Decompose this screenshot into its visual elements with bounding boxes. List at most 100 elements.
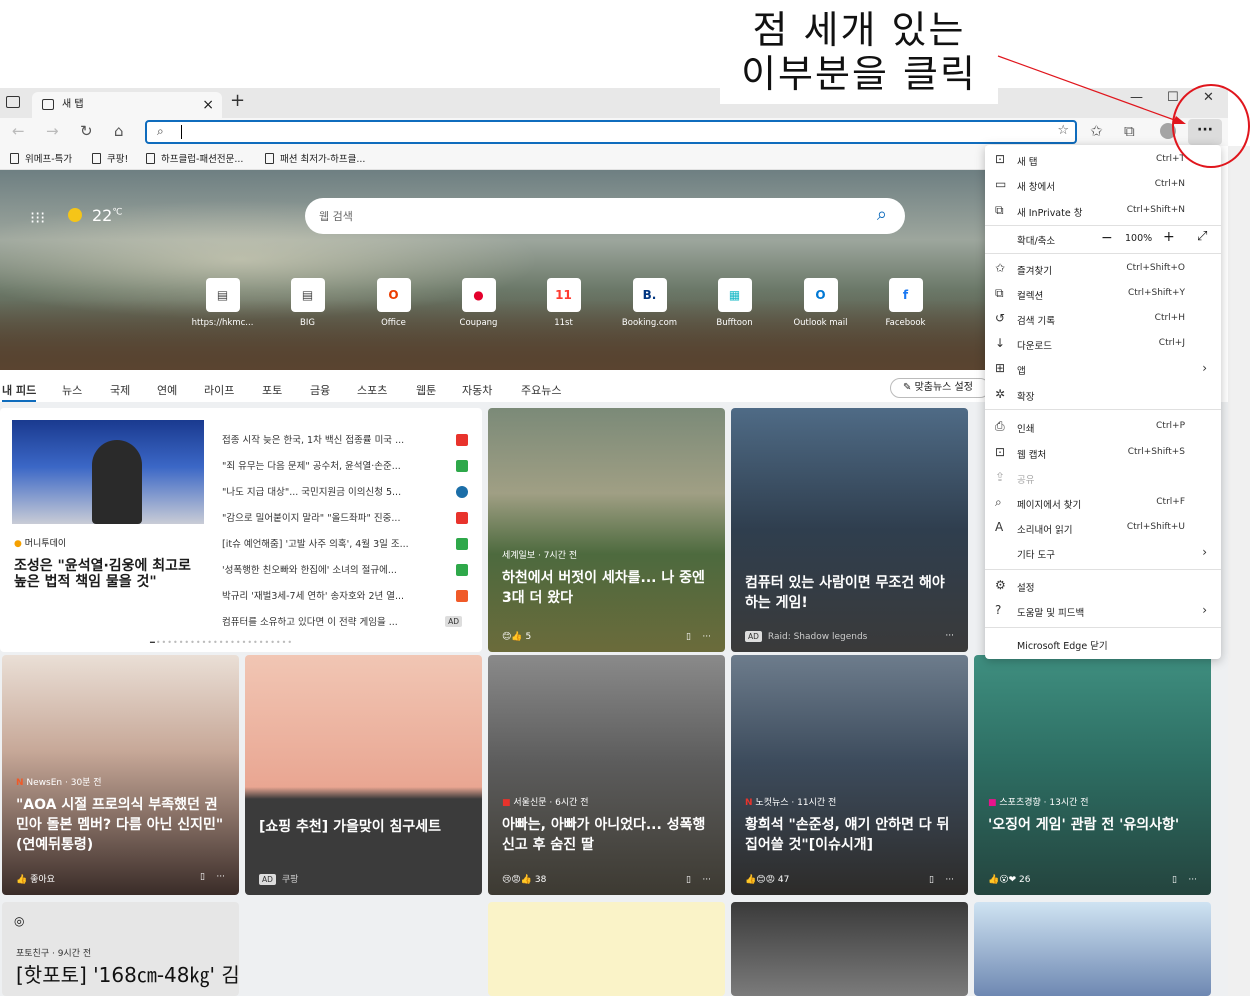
news-card[interactable]: ■ 서울신문 · 6시간 전 아빠는, 아빠가 아니었다... 성폭행 신고 후… [488,655,725,895]
card-title[interactable]: 컴퓨터 있는 사람이면 무조건 해야 하는 게임! [745,573,954,613]
news-card[interactable]: N 노컷뉴스 · 11시간 전 황희석 "손준성, 얘기 안하면 다 뒤집어쓸 … [731,655,968,895]
card-title[interactable]: 황희석 "손준성, 얘기 안하면 다 뒤집어쓸 것"[이슈시개] [745,815,954,855]
tab-world[interactable]: 국제 [110,382,130,398]
menu-item-print[interactable]: ⎙ 인쇄 Ctrl+P [985,415,1221,439]
menu-item-more-tools[interactable]: 기타 도구 › [985,541,1221,565]
card-title[interactable]: "AOA 시절 프로의식 부족했던 권민아 돌본 멤버? 다름 아닌 신지민"(… [16,795,225,855]
reaction-icon[interactable]: 😊👍 [502,632,523,642]
bookmark-icon[interactable]: ▯ [200,872,205,882]
address-bar[interactable]: ⌕ ☆ [145,120,1077,144]
menu-item-favorites[interactable]: ✩ 즐겨찾기 Ctrl+Shift+O [985,257,1221,281]
ad-card[interactable]: 컴퓨터 있는 사람이면 무조건 해야 하는 게임! AD Raid: Shadow… [731,408,968,652]
tab-news[interactable]: 뉴스 [62,382,82,398]
bookmark-icon[interactable]: ▯ [929,875,934,885]
more-icon[interactable]: ··· [216,872,225,882]
menu-item-history[interactable]: ↺ 검색 기록 Ctrl+H [985,307,1221,331]
quick-link-tile[interactable]: f Facebook [863,278,948,328]
quick-link-tile[interactable]: ▤ https://hkmc... [180,278,265,328]
quick-link-tile[interactable]: B. Booking.com [607,278,692,328]
menu-item-inprivate[interactable]: ⧉ 새 InPrivate 창 Ctrl+Shift+N [985,199,1221,223]
reaction-icon[interactable]: 👍😮❤ [988,875,1016,885]
list-item[interactable]: "감으로 밀어붙이지 말라" "올드좌파" 진중... [222,510,466,524]
zoom-out-icon[interactable]: − [1101,230,1113,246]
card-title[interactable]: [핫포토] '168㎝-48㎏' 김지우, 이렇게 가녀린 [16,962,239,988]
quick-link-tile[interactable]: 11 11st [521,278,606,328]
news-card[interactable]: N NewsEn · 30분 전 "AOA 시절 프로의식 부족했던 권민아 돌… [2,655,239,895]
menu-item-new-window[interactable]: ▭ 새 창에서 Ctrl+N [985,173,1221,197]
quick-link-tile[interactable]: O Office [351,278,436,328]
list-item[interactable]: [it슈 예언해줌] '고발 사주 의혹', 4월 3일 조... [222,536,466,550]
news-card[interactable]: 세계일보 · 7시간 전 하천에서 버젓이 세차를... 나 중엔 3대 더 왔… [488,408,725,652]
refresh-icon[interactable]: ↻ [80,122,93,140]
close-icon[interactable]: × [202,92,214,118]
quick-link-tile[interactable]: ▦ Bufftoon [692,278,777,328]
news-card[interactable]: ◎ 포토친구 · 9시간 전 [핫포토] '168㎝-48㎏' 김지우, 이렇게… [2,902,239,996]
news-card[interactable]: ■ 스포츠경향 · 13시간 전 '오징어 게임' 관람 전 '유의사항' 👍😮… [974,655,1211,895]
card-title[interactable]: [쇼핑 추천] 가을맞이 침구세트 [259,817,468,837]
menu-item-find[interactable]: ⌕ 페이지에서 찾기 Ctrl+F [985,491,1221,515]
card-title[interactable]: '오징어 게임' 관람 전 '유의사항' [988,815,1197,835]
quick-link-tile[interactable]: O Outlook mail [778,278,863,328]
bookmark-item[interactable]: 하프클럽-패션전문... [146,151,243,165]
list-item[interactable]: 박규리 '재벌3세-7세 연하' 송자호와 2년 열... [222,588,466,602]
bookmark-icon[interactable]: ▯ [686,632,691,642]
app-launcher-icon[interactable]: ⁝⁝⁝ [30,208,45,227]
minimize-icon[interactable]: — [1130,90,1143,105]
more-icon[interactable]: ··· [945,631,954,641]
customize-button[interactable]: ✎ 맞춤뉴스 설정 [890,378,990,398]
bookmark-icon[interactable]: ▯ [686,875,691,885]
forward-icon[interactable]: → [46,122,59,140]
like-icon[interactable]: 👍 [16,875,27,885]
menu-item-read-aloud[interactable]: A 소리내어 읽기 Ctrl+Shift+U [985,516,1221,540]
bookmark-item[interactable]: 위메프-특가 [10,151,72,165]
carousel-dots[interactable]: ━•••••••••••••••••••••••• [150,638,293,647]
tab-finance[interactable]: 금융 [310,382,330,398]
list-item[interactable]: '성폭행한 친오빠와 한집에' 소녀의 절규에... [222,562,466,576]
menu-item-close-edge[interactable]: Microsoft Edge 닫기 [985,632,1221,656]
menu-item-help[interactable]: ? 도움말 및 피드백 › [985,599,1221,623]
tab-new-tab[interactable]: 새 탭 × [32,92,222,118]
more-icon[interactable]: ··· [702,875,711,885]
menu-item-collections[interactable]: ⧉ 컬렉션 Ctrl+Shift+Y [985,282,1221,306]
fullscreen-icon[interactable]: ⤢ [1197,229,1207,244]
ad-card[interactable] [488,902,725,996]
home-icon[interactable]: ⌂ [114,122,124,140]
menu-item-downloads[interactable]: ↓ 다운로드 Ctrl+J [985,332,1221,356]
bookmark-item[interactable]: 쿠팡! [92,151,128,165]
tab-cars[interactable]: 자동차 [462,382,492,398]
tab-top-news[interactable]: 주요뉴스 [521,382,561,398]
list-item[interactable]: 접종 시작 늦은 한국, 1차 백신 접종률 미국 ... [222,432,466,446]
plus-icon[interactable]: + [230,90,245,111]
menu-item-extensions[interactable]: ✲ 확장 [985,383,1221,407]
more-icon[interactable]: ··· [1188,875,1197,885]
quick-link-tile[interactable]: ● Coupang [436,278,521,328]
reaction-icon[interactable]: 👍😊😡 [745,875,775,885]
card-title[interactable]: 하천에서 버젓이 세차를... 나 중엔 3대 더 왔다 [502,568,711,608]
menu-item-web-capture[interactable]: ⊡ 웹 캡처 Ctrl+Shift+S [985,441,1221,465]
bookmark-item[interactable]: 패션 최저가-하프클... [265,151,365,165]
tab-sports[interactable]: 스포츠 [357,382,387,398]
search-icon[interactable]: ⌕ [877,204,887,225]
tab-entertainment[interactable]: 연예 [157,382,177,398]
menu-item-settings[interactable]: ⚙ 설정 [985,574,1221,598]
card-title[interactable]: 아빠는, 아빠가 아니었다... 성폭행 신고 후 숨진 딸 [502,815,711,855]
add-favorite-icon[interactable]: ☆ [1057,123,1069,138]
headline-title[interactable]: 조성은 "윤석열·김웅에 최고로 높은 법적 책임 물을 것" [14,558,200,590]
tab-webtoon[interactable]: 웹툰 [416,382,436,398]
more-icon[interactable]: ··· [945,875,954,885]
list-item[interactable]: "나도 지급 대상"... 국민지원금 이의신청 5... [222,484,466,498]
more-icon[interactable]: ··· [702,632,711,642]
news-card[interactable] [974,902,1211,996]
quick-link-tile[interactable]: ▤ BIG [265,278,350,328]
list-item[interactable]: "죄 유무는 다음 문제" 공수처, 윤석열·손준... [222,458,466,472]
tab-actions-icon[interactable] [6,96,20,108]
back-icon[interactable]: ← [12,122,25,140]
web-search-box[interactable]: 웹 검색 ⌕ [305,198,905,234]
headline-list-card[interactable]: ● 머니투데이 조성은 "윤석열·김웅에 최고로 높은 법적 책임 물을 것" … [0,408,482,652]
ad-card[interactable] [731,902,968,996]
zoom-in-icon[interactable]: + [1163,229,1175,245]
tab-my-feed[interactable]: 내 피드 [2,382,37,402]
reaction-icon[interactable]: 😢😡👍 [502,875,532,885]
tab-photo[interactable]: 포토 [262,382,282,398]
weather-widget[interactable]: 22℃ [68,206,122,225]
